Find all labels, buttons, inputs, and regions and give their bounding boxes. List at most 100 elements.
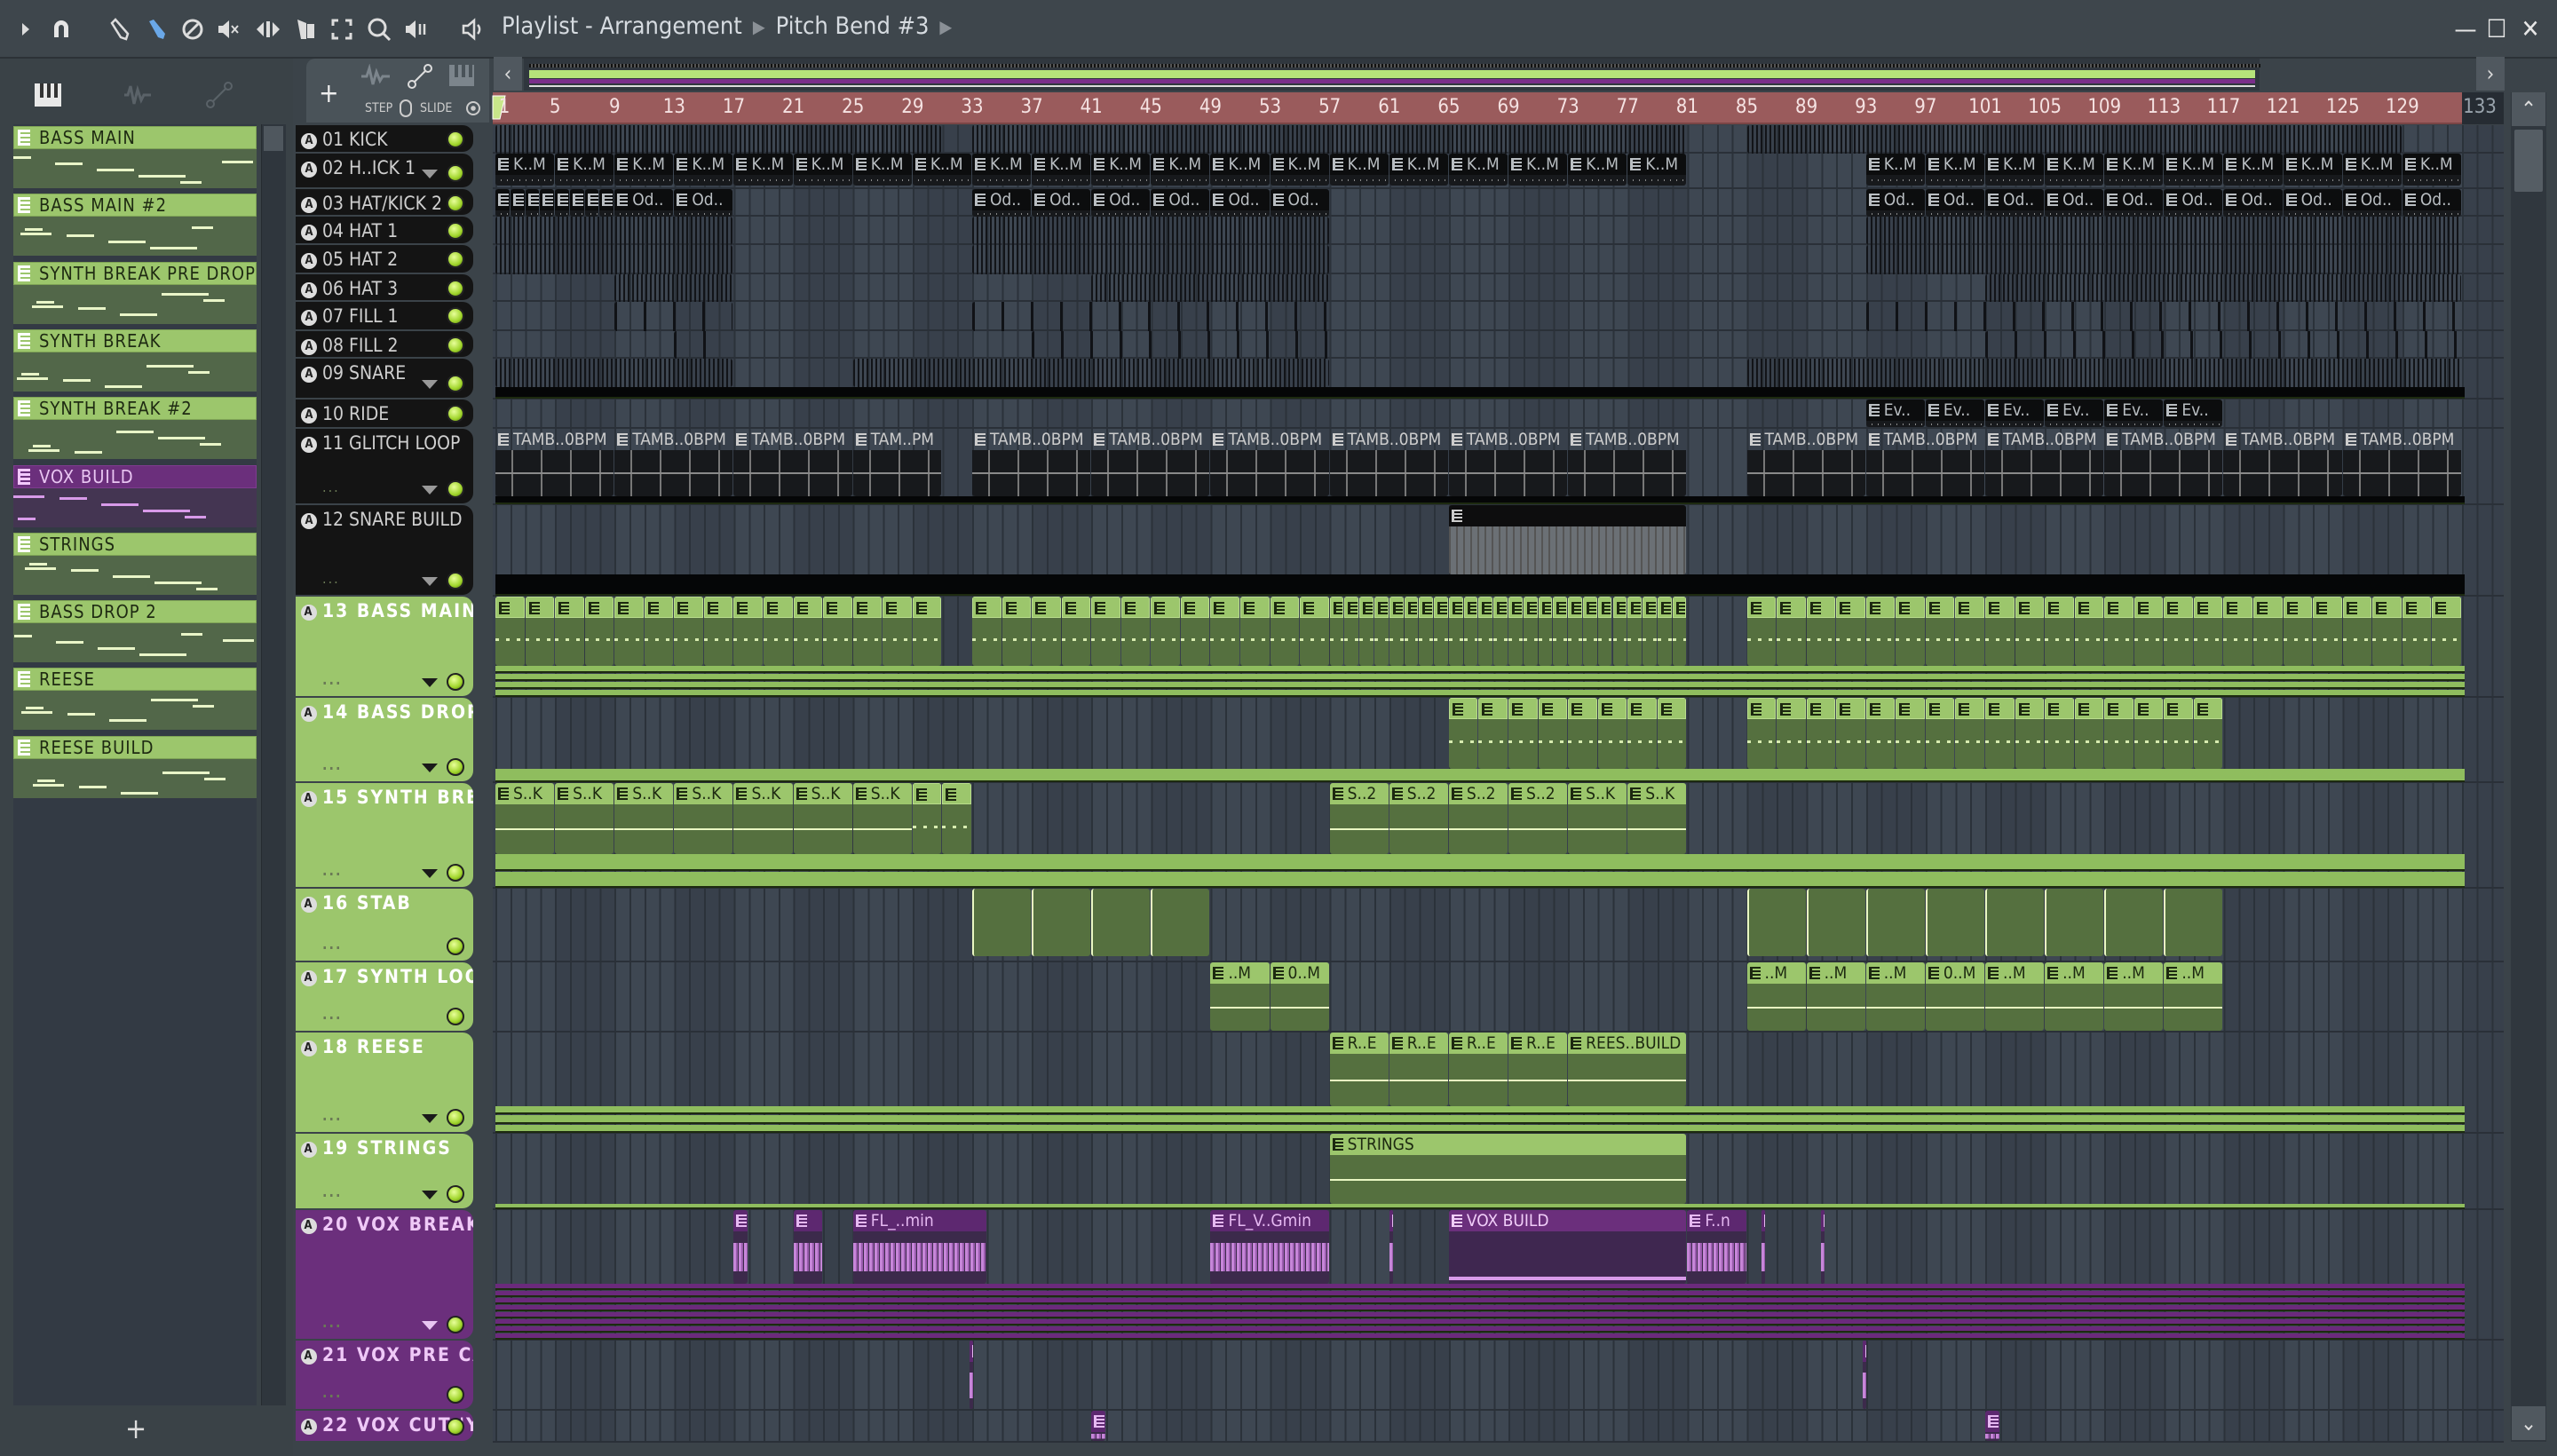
clip[interactable] [1925,698,1955,769]
clip-title[interactable]: S..K [555,783,614,804]
clip-title[interactable]: K..M [1568,154,1627,175]
clip-title[interactable] [1120,597,1151,618]
clip-title[interactable] [2015,597,2045,618]
clip-title[interactable]: K..M [2164,154,2223,175]
clip[interactable]: K..M [555,154,614,186]
clip[interactable] [674,331,733,359]
clip[interactable]: K..M [733,154,793,186]
clip[interactable]: S..K [614,783,674,854]
clip-title[interactable] [1865,698,1896,719]
clip[interactable]: TAMB..0BPM [1746,429,1865,496]
piano-icon[interactable] [34,82,64,108]
clip-title[interactable]: TAM..PM [853,429,942,450]
clip-title[interactable] [1806,698,1836,719]
clip[interactable] [852,597,883,666]
automation-lane[interactable] [495,1291,2465,1297]
automation-lane[interactable] [495,1106,2465,1115]
track-row[interactable] [493,217,2504,245]
clip-title[interactable]: TAMB..0BPM [1091,429,1209,450]
clip[interactable]: K..M [1091,154,1151,186]
clip[interactable]: K..M [2283,154,2342,186]
clip[interactable] [1434,597,1448,666]
track-mute-led[interactable] [447,131,464,148]
clip-title[interactable]: STRINGS [1329,1134,1687,1155]
clip-title[interactable] [912,597,942,618]
zoom-icon[interactable] [364,14,394,44]
clip[interactable] [2104,698,2133,769]
clip-title[interactable] [971,597,1001,618]
clip[interactable] [1568,597,1582,666]
clip[interactable] [1896,597,1925,666]
clip[interactable] [1389,597,1404,666]
clip[interactable] [1300,597,1329,666]
track-mute-led[interactable] [447,673,464,691]
clip-title[interactable]: ..M [1865,962,1925,984]
clip[interactable] [1091,889,1151,956]
clip-title[interactable] [1582,597,1597,618]
automation-icon[interactable] [406,62,434,91]
clip[interactable]: Od.. [2402,189,2461,217]
clip[interactable]: Od.. [1210,189,1270,217]
track-mute-led[interactable] [447,164,464,182]
clip-title[interactable]: Od.. [1270,189,1329,210]
clip[interactable]: S..K [674,783,733,854]
pattern-item[interactable]: BASS DROP 2 [13,600,257,663]
clip[interactable] [2133,698,2164,769]
clip-title[interactable] [2432,597,2461,618]
pattern-item-header[interactable]: BASS MAIN #2 [13,194,257,218]
clip[interactable] [1478,597,1493,666]
clip[interactable] [1270,597,1300,666]
clip-title[interactable] [2015,698,2045,719]
clip[interactable]: K..M [2223,154,2283,186]
clip[interactable]: TAM..PM [852,429,942,496]
clip[interactable] [1836,597,1865,666]
track-row[interactable] [493,125,2504,154]
clip-title[interactable] [912,783,942,804]
automation-lane[interactable] [495,666,2465,673]
clip[interactable]: TAMB..0BPM [971,429,1091,496]
clip[interactable]: STRINGS [1329,1134,1687,1204]
clip-title[interactable] [1538,597,1553,618]
track-more-icon[interactable]: ... [322,1384,342,1401]
clip-title[interactable] [1955,597,1984,618]
clip[interactable]: K..M [1985,154,2045,186]
track-mute-led[interactable] [447,1316,464,1333]
clip-title[interactable] [1448,698,1478,719]
clip-title[interactable] [614,597,644,618]
pattern-item[interactable]: BASS MAIN [13,126,257,188]
track-name[interactable]: 13 BASS MAIN [322,600,473,621]
clip[interactable] [1863,1341,1867,1409]
pattern-item-header[interactable]: SYNTH BREAK #2 [13,397,257,421]
clip-title[interactable]: F..n [1687,1210,1746,1231]
clip-title[interactable] [1925,698,1955,719]
clip-title[interactable] [1434,597,1448,618]
clip[interactable] [2313,597,2342,666]
clip[interactable]: S..K [555,783,614,854]
clip-title[interactable] [1329,597,1344,618]
clip-title[interactable]: S..2 [1389,783,1448,804]
clip[interactable]: S..2 [1389,783,1448,854]
clip[interactable] [2223,597,2253,666]
clip[interactable] [703,597,733,666]
minimize-button[interactable]: — [2452,16,2479,43]
clip[interactable] [1329,597,1344,666]
clip[interactable]: Od.. [674,189,733,217]
clip[interactable] [971,245,1329,274]
clip[interactable] [1865,302,2461,331]
clip-title[interactable] [942,783,971,804]
clip[interactable]: TAMB..0BPM [1865,429,1984,496]
clip-title[interactable]: Od.. [1985,189,2045,210]
clip[interactable]: ..M [1746,962,1806,1031]
clip[interactable] [1582,597,1597,666]
clip[interactable] [2164,698,2193,769]
clip[interactable]: ..M [2164,962,2223,1031]
clip-title[interactable] [1478,597,1493,618]
pencil-icon[interactable] [105,14,135,44]
clip[interactable] [1344,597,1359,666]
clip-title[interactable]: Ev.. [2104,400,2164,421]
clip-title[interactable] [2164,698,2193,719]
clip[interactable] [584,189,599,217]
clip[interactable] [1777,597,1806,666]
clip-title[interactable]: K..M [2402,154,2461,175]
clip[interactable] [1985,1411,1999,1441]
